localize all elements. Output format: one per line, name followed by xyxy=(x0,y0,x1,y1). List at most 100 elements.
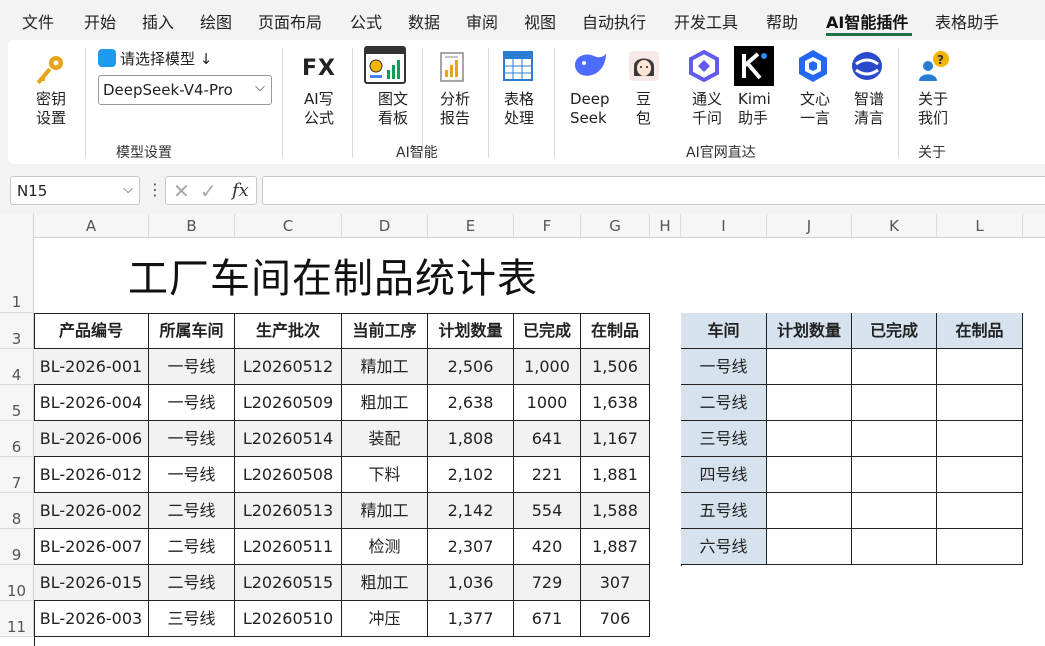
summary-empty-cell[interactable] xyxy=(767,493,852,529)
table-cell[interactable]: 1,377 xyxy=(428,601,514,637)
about-us-button[interactable]: ? 关于 我们 xyxy=(910,46,960,130)
key-settings-button[interactable]: 密钥 设置 xyxy=(22,50,80,130)
summary-line-label[interactable]: 三号线 xyxy=(681,421,767,457)
summary-line-label[interactable]: 一号线 xyxy=(681,349,767,385)
summary-empty-cell[interactable] xyxy=(937,385,1023,421)
table-cell[interactable]: 二号线 xyxy=(149,529,235,565)
row-header-7[interactable]: 7 xyxy=(0,457,34,493)
col-header-c[interactable]: C xyxy=(235,214,342,238)
table-cell[interactable]: L20260510 xyxy=(235,601,342,637)
table-cell[interactable]: 420 xyxy=(514,529,581,565)
col-header-h[interactable]: H xyxy=(650,214,681,238)
summary-header-cell[interactable]: 已完成 xyxy=(852,313,937,349)
table-cell[interactable]: 精加工 xyxy=(342,349,428,385)
table-cell[interactable]: 1,887 xyxy=(581,529,650,565)
analysis-report-button[interactable]: 分析 报告 xyxy=(428,46,482,130)
table-cell[interactable]: 221 xyxy=(514,457,581,493)
summary-empty-cell[interactable] xyxy=(937,421,1023,457)
table-cell[interactable]: 1,167 xyxy=(581,421,650,457)
table-cell[interactable]: BL-2026-004 xyxy=(34,385,149,421)
table-cell[interactable]: 1,588 xyxy=(581,493,650,529)
summary-empty-cell[interactable] xyxy=(767,529,852,565)
chart-board-button[interactable]: 图文 看板 xyxy=(360,46,414,130)
summary-line-label[interactable]: 二号线 xyxy=(681,385,767,421)
menu-table-helper[interactable]: 表格助手 xyxy=(935,9,999,33)
table-cell[interactable]: BL-2026-007 xyxy=(34,529,149,565)
menu-insert[interactable]: 插入 xyxy=(142,9,174,33)
summary-line-label[interactable]: 五号线 xyxy=(681,493,767,529)
table-cell[interactable]: 706 xyxy=(581,601,650,637)
table-cell[interactable]: L20260511 xyxy=(235,529,342,565)
col-header-g[interactable]: G xyxy=(581,214,650,238)
row-header-6[interactable]: 6 xyxy=(0,421,34,457)
row-header-4[interactable]: 4 xyxy=(0,349,34,385)
summary-empty-cell[interactable] xyxy=(852,349,937,385)
wenxin-button[interactable]: 文心 一言 xyxy=(788,46,840,130)
col-header-k[interactable]: K xyxy=(852,214,937,238)
table-cell[interactable]: 二号线 xyxy=(149,493,235,529)
row-header-8[interactable]: 8 xyxy=(0,493,34,529)
table-cell[interactable]: 2,307 xyxy=(428,529,514,565)
col-header-b[interactable]: B xyxy=(149,214,235,238)
col-header-f[interactable]: F xyxy=(514,214,581,238)
table-header-cell[interactable]: 计划数量 xyxy=(428,313,514,349)
worksheet[interactable]: A B C D E F G H I J K L 1 3 4 5 6 7 8 9 … xyxy=(0,214,1045,646)
table-cell[interactable]: 精加工 xyxy=(342,493,428,529)
menu-automate[interactable]: 自动执行 xyxy=(582,9,646,33)
table-cell[interactable]: BL-2026-001 xyxy=(34,349,149,385)
col-header-e[interactable]: E xyxy=(428,214,514,238)
zhipu-button[interactable]: 智谱 清言 xyxy=(842,46,894,130)
col-header-j[interactable]: J xyxy=(767,214,852,238)
table-cell[interactable]: BL-2026-003 xyxy=(34,601,149,637)
summary-empty-cell[interactable] xyxy=(767,457,852,493)
doubao-button[interactable]: 豆 包 xyxy=(622,46,666,130)
table-cell[interactable]: L20260513 xyxy=(235,493,342,529)
table-process-button[interactable]: 表格 处理 xyxy=(494,46,548,130)
menu-formulas[interactable]: 公式 xyxy=(350,9,382,33)
summary-empty-cell[interactable] xyxy=(937,529,1023,565)
row-header-1[interactable]: 1 xyxy=(0,238,34,313)
menu-file[interactable]: 文件 xyxy=(22,9,54,33)
select-all-corner[interactable] xyxy=(0,214,34,238)
summary-empty-cell[interactable] xyxy=(937,493,1023,529)
summary-empty-cell[interactable] xyxy=(767,421,852,457)
table-cell[interactable]: 1,000 xyxy=(514,349,581,385)
tongyi-button[interactable]: 通义 千问 xyxy=(678,46,730,130)
insert-function-icon[interactable]: fx xyxy=(232,180,249,201)
name-box[interactable]: N15 ⌵ xyxy=(10,176,140,205)
menu-draw[interactable]: 绘图 xyxy=(200,9,232,33)
col-header-l[interactable]: L xyxy=(937,214,1023,238)
table-cell[interactable]: 粗加工 xyxy=(342,565,428,601)
table-cell[interactable]: 粗加工 xyxy=(342,385,428,421)
row-header-9[interactable]: 9 xyxy=(0,529,34,565)
table-header-cell[interactable]: 生产批次 xyxy=(235,313,342,349)
table-cell[interactable]: L20260515 xyxy=(235,565,342,601)
summary-empty-cell[interactable] xyxy=(937,457,1023,493)
table-cell[interactable]: 671 xyxy=(514,601,581,637)
summary-empty-cell[interactable] xyxy=(767,385,852,421)
table-cell[interactable]: 一号线 xyxy=(149,385,235,421)
table-cell[interactable]: 1,506 xyxy=(581,349,650,385)
kimi-button[interactable]: Kimi 助手 xyxy=(732,46,784,130)
summary-header-cell[interactable]: 计划数量 xyxy=(767,313,852,349)
menu-review[interactable]: 审阅 xyxy=(466,9,498,33)
table-cell[interactable]: L20260514 xyxy=(235,421,342,457)
row-header-5[interactable]: 5 xyxy=(0,385,34,421)
table-cell[interactable]: 一号线 xyxy=(149,349,235,385)
table-cell[interactable]: L20260508 xyxy=(235,457,342,493)
menu-data[interactable]: 数据 xyxy=(408,9,440,33)
menu-page-layout[interactable]: 页面布局 xyxy=(258,9,322,33)
confirm-icon[interactable]: ✓ xyxy=(200,179,217,203)
table-cell[interactable]: 307 xyxy=(581,565,650,601)
summary-header-cell[interactable]: 在制品 xyxy=(937,313,1023,349)
summary-line-label[interactable]: 六号线 xyxy=(681,529,767,565)
table-cell[interactable]: 1,638 xyxy=(581,385,650,421)
table-header-cell[interactable]: 产品编号 xyxy=(34,313,149,349)
table-header-cell[interactable]: 当前工序 xyxy=(342,313,428,349)
deepseek-button[interactable]: Deep Seek xyxy=(564,46,616,130)
table-cell[interactable]: 一号线 xyxy=(149,457,235,493)
table-cell[interactable]: 冲压 xyxy=(342,601,428,637)
table-cell[interactable]: BL-2026-012 xyxy=(34,457,149,493)
summary-empty-cell[interactable] xyxy=(937,349,1023,385)
table-cell[interactable]: BL-2026-006 xyxy=(34,421,149,457)
